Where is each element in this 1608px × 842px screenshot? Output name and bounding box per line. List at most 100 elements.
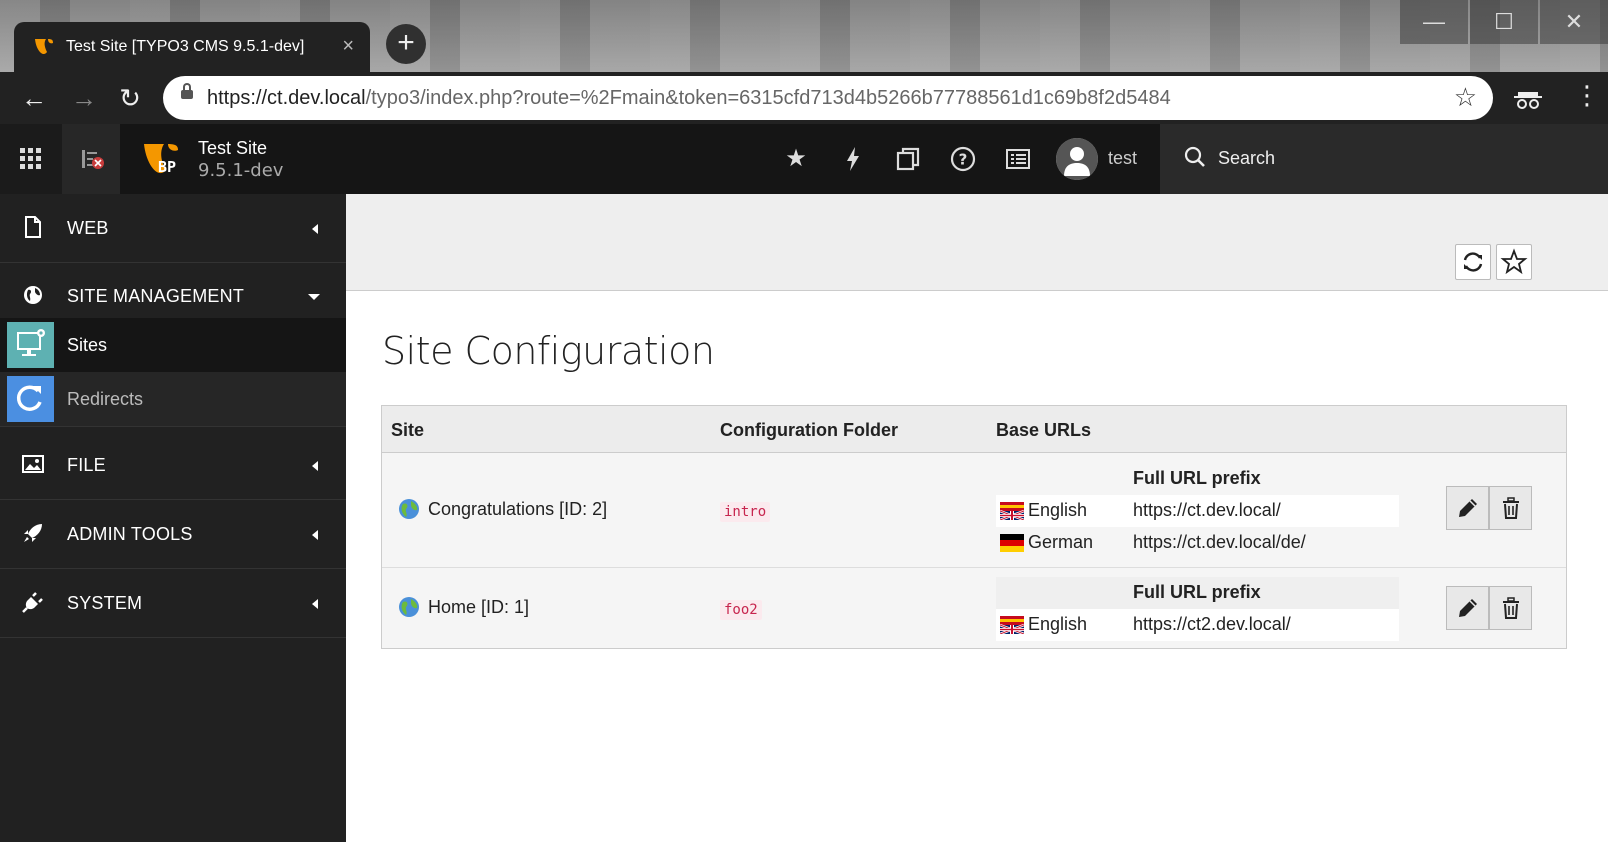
copy-icon[interactable] — [893, 144, 923, 174]
typo3-favicon — [35, 39, 53, 55]
doc-header — [346, 194, 1608, 291]
star-icon[interactable]: ★ — [781, 144, 811, 174]
avatar[interactable] — [1056, 138, 1098, 180]
url-prefix-header-row: Full URL prefix — [996, 577, 1399, 609]
svg-text:?: ? — [959, 151, 968, 169]
menu-group-label: SITE MANAGEMENT — [67, 286, 245, 306]
menu-group-admin-tools[interactable]: ADMIN TOOLS — [0, 500, 346, 569]
url-prefix-header-row: Full URL prefix — [996, 463, 1399, 495]
minimize-icon[interactable]: — — [1400, 0, 1468, 44]
tree-toggle[interactable] — [62, 124, 120, 194]
reload-button[interactable] — [1455, 244, 1491, 280]
column-header-site: Site — [391, 420, 425, 440]
reload-icon — [1463, 252, 1483, 272]
plug-icon — [22, 592, 43, 613]
module-menu-toggle[interactable] — [0, 124, 62, 194]
url-prefix-header: Full URL prefix — [1133, 468, 1261, 488]
address-bar[interactable]: https://ct.dev.local/typo3/index.php?rou… — [163, 76, 1493, 120]
search-box[interactable]: Search — [1160, 124, 1608, 194]
menu-group-label: SYSTEM — [67, 593, 143, 613]
pencil-icon — [1459, 599, 1477, 617]
site-version: 9.5.1-dev — [198, 160, 284, 181]
globe-icon — [399, 499, 419, 519]
browser-toolbar: ← → ↻ https://ct.dev.local/typo3/index.p… — [0, 72, 1608, 124]
config-folder: foo2 — [720, 600, 762, 620]
page-title: Site Configuration — [382, 329, 715, 373]
site-title: Home [ID: 1] — [428, 597, 530, 617]
forward-arrow-icon[interactable]: → — [68, 82, 100, 114]
caret-left-icon — [312, 530, 318, 540]
menu-group-file[interactable]: FILE — [0, 431, 346, 500]
redirect-icon — [7, 376, 54, 422]
menu-icon[interactable]: ⋮ — [1574, 82, 1600, 108]
module-sites[interactable]: Sites — [0, 318, 346, 372]
row-actions — [1446, 586, 1532, 630]
maximize-icon[interactable]: ☐ — [1470, 0, 1538, 44]
caret-left-icon — [312, 224, 318, 234]
help-icon[interactable]: ? — [948, 144, 978, 174]
sites-table: Site Configuration Folder Base URLs Cong… — [381, 405, 1567, 649]
url-row: English https://ct2.dev.local/ — [996, 609, 1399, 641]
browser-tab[interactable]: Test Site [TYPO3 CMS 9.5.1-dev] × — [14, 22, 370, 72]
menu-group-site-management[interactable]: SITE MANAGEMENT — [0, 262, 346, 318]
new-tab-button[interactable]: + — [386, 24, 426, 64]
grid-icon — [20, 148, 41, 169]
trash-icon — [1503, 497, 1519, 519]
tab-close-icon[interactable]: × — [342, 35, 354, 58]
rocket-icon — [24, 524, 42, 542]
caret-left-icon — [312, 461, 318, 471]
language-name: German — [1028, 532, 1094, 552]
url-host: https://ct.dev.local — [207, 87, 366, 109]
menu-group-label: ADMIN TOOLS — [67, 524, 193, 544]
tab-title: Test Site [TYPO3 CMS 9.5.1-dev] — [66, 38, 305, 55]
table-header: Site Configuration Folder Base URLs — [382, 406, 1566, 453]
base-urls: Full URL prefix English https://ct.dev.l… — [996, 463, 1399, 559]
url-prefix: https://ct2.dev.local/ — [1133, 614, 1291, 634]
url-row: German https://ct.dev.local/de/ — [996, 527, 1399, 559]
module-label: Redirects — [67, 389, 144, 409]
delete-button[interactable] — [1489, 486, 1532, 530]
lock-icon — [181, 83, 193, 99]
menu-group-label: WEB — [67, 218, 109, 238]
site-title: Congratulations [ID: 2] — [428, 499, 608, 519]
row-actions — [1446, 486, 1532, 530]
table-row: Congratulations [ID: 2] intro Full URL p… — [382, 453, 1566, 568]
bookmark-button[interactable] — [1496, 244, 1532, 280]
menu-group-web[interactable]: WEB — [0, 194, 346, 263]
url-prefix-header: Full URL prefix — [1133, 582, 1261, 602]
browser-titlebar: Test Site [TYPO3 CMS 9.5.1-dev] × + — ☐ … — [0, 0, 1608, 72]
close-icon[interactable]: ✕ — [1540, 0, 1608, 44]
bookmark-star-icon — [1500, 248, 1528, 275]
edit-button[interactable] — [1446, 586, 1489, 630]
incognito-icon[interactable] — [1514, 88, 1542, 110]
list-icon[interactable] — [1003, 144, 1033, 174]
image-icon — [22, 455, 44, 473]
module-redirects[interactable]: Redirects — [0, 372, 346, 427]
search-icon — [1184, 146, 1205, 167]
module-label: Sites — [67, 335, 108, 355]
delete-button[interactable] — [1489, 586, 1532, 630]
language-name: English — [1028, 614, 1088, 634]
url-text[interactable]: https://ct.dev.local/typo3/index.php?rou… — [207, 87, 1171, 110]
language-name: English — [1028, 500, 1088, 520]
column-header-folder: Configuration Folder — [720, 420, 898, 440]
edit-button[interactable] — [1446, 486, 1489, 530]
bookmark-star-icon[interactable]: ☆ — [1454, 82, 1477, 113]
pencil-icon — [1459, 499, 1477, 517]
caret-down-icon — [308, 294, 320, 300]
de-flag-icon — [1000, 534, 1024, 552]
back-arrow-icon[interactable]: ← — [18, 82, 50, 114]
url-prefix: https://ct.dev.local/ — [1133, 500, 1281, 520]
flash-icon[interactable] — [838, 144, 868, 174]
reload-icon[interactable]: ↻ — [114, 82, 146, 114]
base-urls: Full URL prefix English https://ct2.dev.… — [996, 577, 1399, 641]
menu-group-system[interactable]: SYSTEM — [0, 569, 346, 638]
tree-collapse-icon — [82, 150, 104, 169]
config-folder: intro — [720, 502, 771, 522]
search-label: Search — [1218, 148, 1276, 168]
trash-icon — [1503, 597, 1519, 619]
site-name: Test Site — [198, 138, 268, 158]
username[interactable]: test — [1108, 148, 1137, 169]
module-content: Site Configuration Site Configuration Fo… — [346, 291, 1608, 842]
module-menu: WEB SITE MANAGEMENT Sites Redirects FILE… — [0, 194, 346, 842]
